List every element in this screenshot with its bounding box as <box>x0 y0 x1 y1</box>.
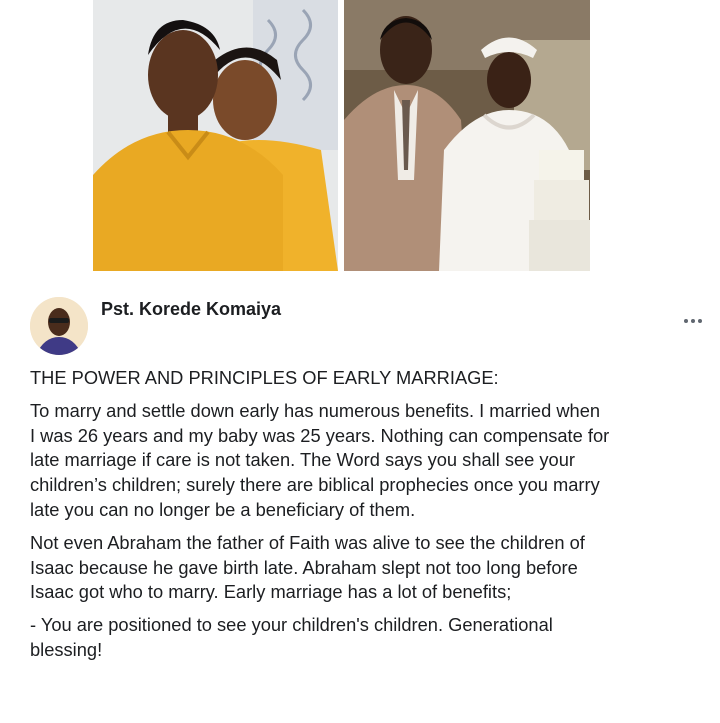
wedding-photo[interactable] <box>344 0 590 271</box>
post-paragraph-2: Not even Abraham the father of Faith was… <box>30 531 585 603</box>
post-text: THE POWER AND PRINCIPLES OF EARLY MARRIA… <box>30 366 718 671</box>
post-paragraph-3: - You are positioned to see your childre… <box>30 614 553 660</box>
author-avatar[interactable] <box>30 297 88 355</box>
post-paragraph-1: To marry and settle down early has numer… <box>30 399 610 520</box>
author-name[interactable]: Pst. Korede Komaiya <box>101 299 281 320</box>
avatar-image <box>30 297 88 355</box>
more-options-icon[interactable] <box>679 314 707 328</box>
couple-photo-image <box>93 0 338 271</box>
couple-photo[interactable] <box>93 0 338 271</box>
post-heading: THE POWER AND PRINCIPLES OF EARLY MARRIA… <box>30 367 499 388</box>
post-photos <box>93 0 590 271</box>
post-header: Pst. Korede Komaiya <box>27 292 717 362</box>
wedding-photo-image <box>344 0 590 271</box>
